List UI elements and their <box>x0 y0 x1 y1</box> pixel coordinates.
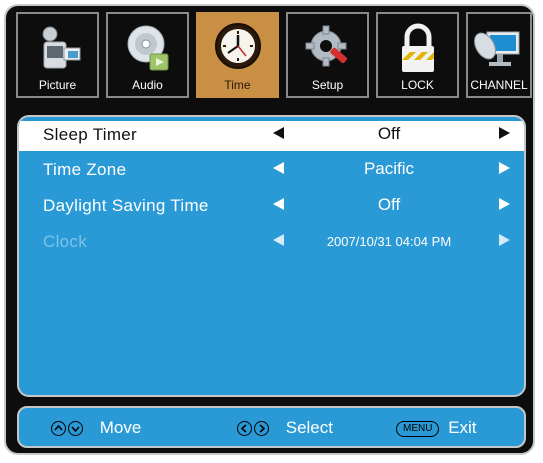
right-arrow-icon[interactable] <box>499 162 510 174</box>
left-button-icon <box>237 421 252 437</box>
menu-row-value: Off <box>377 124 401 143</box>
satellite-dish-icon <box>471 20 527 76</box>
gear-wrench-icon <box>300 20 356 76</box>
help-select: Select <box>237 418 333 438</box>
tab-channel[interactable]: CHANNEL <box>466 12 532 98</box>
down-button-icon <box>68 421 83 437</box>
tab-picture[interactable]: Picture <box>16 12 99 98</box>
menu-row-clock[interactable]: Clock 2007/10/31 04:04 PM <box>19 228 524 258</box>
camcorder-icon <box>30 20 86 76</box>
help-exit-label: Exit <box>448 418 477 437</box>
tab-setup[interactable]: Setup <box>286 12 369 98</box>
tab-lock[interactable]: LOCK <box>376 12 459 98</box>
help-select-label: Select <box>285 418 333 437</box>
menu-row-time-zone[interactable]: Time Zone Pacific <box>19 156 524 186</box>
menu-row-value: Pacific <box>363 159 415 178</box>
menu-row-label: Sleep Timer <box>43 125 138 144</box>
menu-row-label: Clock <box>43 232 88 251</box>
left-arrow-icon[interactable] <box>273 127 284 139</box>
right-button-icon <box>254 421 269 437</box>
clock-icon <box>210 20 266 76</box>
menu-key-icon: MENU <box>396 420 440 437</box>
menu-row-label: Daylight Saving Time <box>43 196 209 215</box>
right-arrow-icon[interactable] <box>499 127 510 139</box>
time-settings-panel: Sleep Timer Off Time Zone Pacific Daylig… <box>17 115 526 397</box>
help-exit: MENU Exit <box>396 418 477 438</box>
tab-label: Setup <box>311 78 344 92</box>
menu-row-value: Off <box>377 195 401 214</box>
menu-row-label: Time Zone <box>43 160 127 179</box>
help-bar: Move Select MENU Exit <box>17 406 526 448</box>
tab-label: CHANNEL <box>470 78 528 92</box>
left-arrow-icon[interactable] <box>273 198 284 210</box>
tab-label: LOCK <box>401 78 434 92</box>
right-arrow-icon[interactable] <box>499 234 510 246</box>
left-arrow-icon[interactable] <box>273 162 284 174</box>
menu-row-sleep-timer[interactable]: Sleep Timer Off <box>19 121 524 151</box>
audio-disc-icon <box>120 20 176 76</box>
menu-row-daylight-saving-time[interactable]: Daylight Saving Time Off <box>19 192 524 222</box>
tab-label: Picture <box>38 78 77 92</box>
padlock-icon <box>390 20 446 76</box>
right-arrow-icon[interactable] <box>499 198 510 210</box>
tab-audio[interactable]: Audio <box>106 12 189 98</box>
up-button-icon <box>51 421 66 437</box>
tab-label: Audio <box>132 78 163 92</box>
tab-time[interactable]: Time <box>196 12 279 98</box>
help-move-label: Move <box>99 418 142 437</box>
help-move: Move <box>51 418 141 438</box>
left-arrow-icon[interactable] <box>273 234 284 246</box>
menu-row-value: 2007/10/31 04:04 PM <box>326 234 452 249</box>
tab-label: Time <box>224 78 251 92</box>
